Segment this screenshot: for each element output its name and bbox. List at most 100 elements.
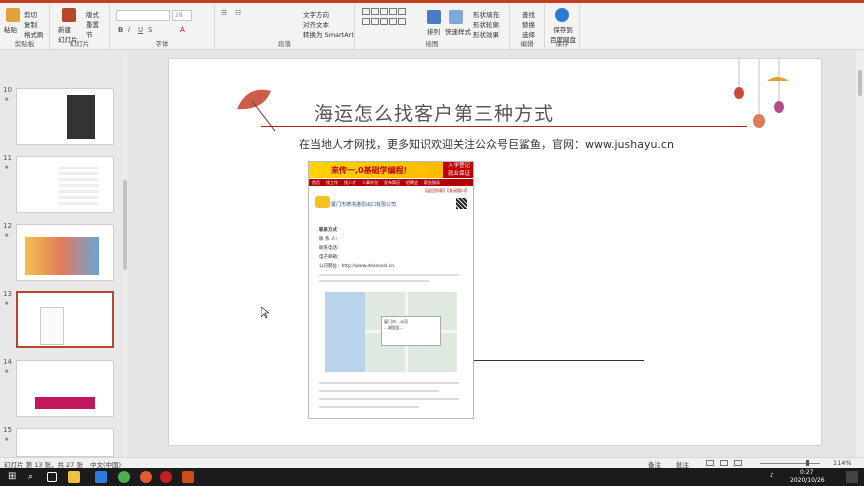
numbering-icon[interactable]: ☷ <box>235 9 241 17</box>
arrange-button[interactable]: 排列 <box>427 26 440 36</box>
slides-group: 新建 幻灯片 版式 重置 节 幻灯片 <box>50 4 110 50</box>
shape-outline-button[interactable]: 形状轮廓 <box>473 19 499 29</box>
nav-item: 找人才 <box>344 180 356 185</box>
cut-button[interactable]: 剪切 <box>24 9 37 19</box>
italic-icon[interactable]: I <box>128 26 130 34</box>
app-icon[interactable] <box>95 471 107 483</box>
font-group: 28 B I U S A 字体 <box>110 4 215 50</box>
thumbnail-slide-12[interactable] <box>16 224 114 281</box>
volume-icon[interactable]: ♪ <box>770 472 774 479</box>
slide-subtitle[interactable]: 在当地人才网找，更多知识欢迎关注公众号巨鲨鱼，官网：www.jushayu.cn <box>299 136 674 152</box>
breadcrumb: 【返回列表】【关闭窗口】 <box>423 188 469 193</box>
company-logo <box>315 196 330 208</box>
copy-button[interactable]: 复制 <box>24 19 37 29</box>
paste-icon[interactable] <box>6 8 20 22</box>
quick-styles-icon[interactable] <box>449 10 463 24</box>
paste-button[interactable]: 粘贴 <box>4 24 17 34</box>
thumb-number-14: 14 <box>3 358 12 366</box>
banner-cta: 入学登记 就业保证 <box>443 162 473 178</box>
save-label: 保存 <box>555 40 569 48</box>
recorder-icon[interactable] <box>160 471 172 483</box>
zoom-level[interactable]: 114% <box>833 459 852 467</box>
thumb-number-13: 13 <box>3 290 12 298</box>
chrome-icon[interactable] <box>118 471 130 483</box>
thumb-star-13: ★ <box>4 300 10 307</box>
nav-item: 职业指导 <box>424 180 440 185</box>
contact-heading: 联系方式 <box>319 228 337 233</box>
windows-start-icon[interactable]: ⊞ <box>8 471 20 483</box>
bold-icon[interactable]: B <box>118 26 123 34</box>
thumb-image <box>35 397 95 409</box>
contact-line: 电子邮箱： <box>319 255 342 260</box>
thumb-number-12: 12 <box>3 222 12 230</box>
new-slide-icon[interactable] <box>62 8 76 22</box>
shape-fill-button[interactable]: 形状填充 <box>473 9 499 19</box>
replace-button[interactable]: 替换 <box>522 19 535 29</box>
qr-code-icon <box>456 198 467 209</box>
thumbnail-scroll-thumb[interactable] <box>123 180 127 270</box>
thumb-number-15: 15 <box>3 426 12 434</box>
reset-button[interactable]: 重置 <box>86 19 99 29</box>
file-explorer-icon[interactable] <box>68 471 80 483</box>
contact-line: 联系电话： <box>319 246 342 251</box>
paper-umbrella-icon <box>237 89 276 132</box>
windows-taskbar: ⊞ ⌕ 0:27 2020/10/26 ♪ <box>0 468 864 486</box>
text-direction-button[interactable]: 文字方向 <box>303 9 329 19</box>
thumbnail-slide-14[interactable] <box>16 360 114 417</box>
company-name: 厦门市德书港恩出口有限公司 <box>331 202 397 208</box>
ribbon-accent <box>0 0 864 3</box>
clock-time[interactable]: 0:27 <box>800 469 813 476</box>
slide-scrollbar[interactable] <box>856 50 864 457</box>
thumbnail-slide-15[interactable] <box>16 428 114 457</box>
lanterns-decoration-icon <box>734 59 789 128</box>
embedded-webpage-screenshot[interactable]: 来传一,0基础学编程! 入学登记 就业保证 首页 找工作 找人才 人事外包 发布… <box>308 161 474 419</box>
quick-styles-button[interactable]: 快速样式 <box>445 26 471 36</box>
thumbnail-scrollbar[interactable] <box>122 50 128 457</box>
font-name-box[interactable] <box>116 10 170 21</box>
thumb-image <box>40 307 64 345</box>
task-view-icon[interactable] <box>47 472 57 482</box>
normal-view-icon[interactable] <box>706 460 714 466</box>
arrange-icon[interactable] <box>427 10 441 24</box>
ad-banner: 来传一,0基础学编程! 入学登记 就业保证 <box>309 162 473 178</box>
align-text-button[interactable]: 对齐文本 <box>303 19 329 29</box>
thumbnail-slide-11[interactable] <box>16 156 114 213</box>
font-color-icon[interactable]: A <box>180 26 185 34</box>
connector-line[interactable] <box>474 360 644 361</box>
drawing-label: 绘图 <box>425 40 439 48</box>
shadow-icon[interactable]: S <box>148 26 152 34</box>
location-map: 厦门市...公司 ...湖里区... <box>325 292 457 372</box>
thumbnail-pane[interactable]: 10 ★ 11 ★ 12 ★ 13 ★ 14 ★ 15 ★ <box>0 50 128 457</box>
shapes-gallery[interactable] <box>362 8 418 34</box>
thumb-star-11: ★ <box>4 164 10 171</box>
text-placeholder <box>319 274 459 276</box>
zoom-slider-thumb[interactable] <box>806 460 809 466</box>
thumbnail-slide-10[interactable] <box>16 88 114 145</box>
baidu-cloud-icon[interactable] <box>555 8 569 22</box>
slide-scroll-thumb[interactable] <box>858 70 862 96</box>
current-slide[interactable]: 海运怎么找客户第三种方式 在当地人才网找，更多知识欢迎关注公众号巨鲨鱼，官网：w… <box>168 58 822 446</box>
reading-view-icon[interactable] <box>734 460 742 466</box>
nav-item: 人事外包 <box>362 180 378 185</box>
nav-item: 找工作 <box>326 180 338 185</box>
powerpoint-icon[interactable] <box>182 471 194 483</box>
font-size-box[interactable]: 28 <box>172 10 192 21</box>
underline-icon[interactable]: U <box>138 26 143 34</box>
thumbnail-slide-13[interactable] <box>16 291 114 348</box>
bullets-icon[interactable]: ☰ <box>221 9 227 17</box>
slide-title[interactable]: 海运怎么找客户第三种方式 <box>314 99 554 126</box>
sorter-view-icon[interactable] <box>720 460 728 466</box>
thumb-image <box>59 167 99 205</box>
zoom-slider[interactable] <box>760 463 820 464</box>
layout-button[interactable]: 版式 <box>86 9 99 19</box>
editing-group: 查找 替换 选择 编辑 <box>510 4 545 50</box>
notification-icon[interactable] <box>846 471 858 483</box>
text-placeholder <box>319 406 419 408</box>
paragraph-label: 段落 <box>278 40 291 48</box>
firefox-icon[interactable] <box>140 471 152 483</box>
search-icon[interactable]: ⌕ <box>28 471 40 483</box>
clock-date[interactable]: 2020/10/26 <box>790 477 825 484</box>
map-popup: 厦门市...公司 ...湖里区... <box>381 316 441 346</box>
nav-item: 招聘会 <box>406 180 418 185</box>
find-button[interactable]: 查找 <box>522 9 535 19</box>
